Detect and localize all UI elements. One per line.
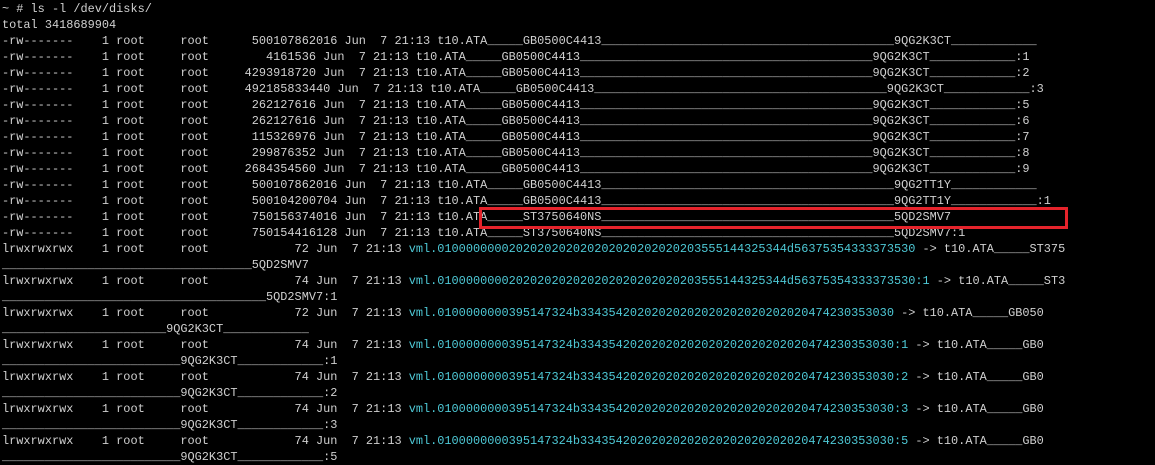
symlink-entry: lrwxrwxrwx 1 root root 72 Jun 7 21:13 vm… — [2, 305, 1155, 321]
vml-link-name: vml.0100000000395147324b3343542020202020… — [408, 370, 909, 384]
symlink-target-wrap: _______________________9QG2K3CT_________… — [2, 322, 309, 336]
file-entry: -rw------- 1 root root 500107862016 Jun … — [2, 178, 1037, 192]
file-entry: -rw------- 1 root root 500104200704 Jun … — [2, 194, 1051, 208]
symlink-attrs: lrwxrwxrwx 1 root root 74 Jun 7 21:13 — [2, 338, 409, 352]
symlink-target: -> t10.ATA_____GB0 — [908, 370, 1044, 384]
file-entry: -rw------- 1 root root 115326976 Jun 7 2… — [2, 130, 1030, 144]
command-prompt: ~ # ls -l /dev/disks/ — [2, 2, 152, 16]
symlink-target: -> t10.ATA_____GB0 — [908, 434, 1044, 448]
total-line: total 3418689904 — [2, 18, 117, 32]
symlink-target: -> t10.ATA_____ST375 — [915, 242, 1066, 256]
symlink-attrs: lrwxrwxrwx 1 root root 74 Jun 7 21:13 — [2, 274, 409, 288]
symlink-attrs: lrwxrwxrwx 1 root root 74 Jun 7 21:13 — [2, 434, 409, 448]
symlink-entry: lrwxrwxrwx 1 root root 72 Jun 7 21:13 vm… — [2, 241, 1155, 257]
symlink-entry: lrwxrwxrwx 1 root root 74 Jun 7 21:13 vm… — [2, 433, 1155, 449]
file-entry: -rw------- 1 root root 299876352 Jun 7 2… — [2, 146, 1030, 160]
symlink-target-wrap: _________________________9QG2K3CT_______… — [2, 418, 338, 432]
file-entry: -rw------- 1 root root 262127616 Jun 7 2… — [2, 98, 1030, 112]
symlink-target: -> t10.ATA_____GB0 — [908, 338, 1044, 352]
symlink-attrs: lrwxrwxrwx 1 root root 74 Jun 7 21:13 — [2, 402, 409, 416]
vml-link-name: vml.0100000000395147324b3343542020202020… — [408, 402, 909, 416]
vml-link-name: vml.0100000000395147324b3343542020202020… — [408, 434, 909, 448]
symlink-entry: lrwxrwxrwx 1 root root 74 Jun 7 21:13 vm… — [2, 337, 1155, 353]
file-entry-highlighted: -rw------- 1 root root 750156374016 Jun … — [2, 210, 952, 224]
symlink-attrs: lrwxrwxrwx 1 root root 74 Jun 7 21:13 — [2, 370, 409, 384]
file-entry: -rw------- 1 root root 492185833440 Jun … — [2, 82, 1044, 96]
vml-link-name: vml.0100000000395147324b3343542020202020… — [408, 306, 894, 320]
symlink-entry: lrwxrwxrwx 1 root root 74 Jun 7 21:13 vm… — [2, 273, 1155, 289]
symlink-target-wrap: ___________________________________5QD2S… — [2, 258, 309, 272]
symlink-target-wrap: _________________________9QG2K3CT_______… — [2, 354, 338, 368]
file-entry: -rw------- 1 root root 4293918720 Jun 7 … — [2, 66, 1030, 80]
vml-link-name: vml.010000000020202020202020202020202020… — [408, 274, 930, 288]
file-entry: -rw------- 1 root root 262127616 Jun 7 2… — [2, 114, 1030, 128]
symlink-target: -> t10.ATA_____GB0 — [908, 402, 1044, 416]
symlink-attrs: lrwxrwxrwx 1 root root 72 Jun 7 21:13 — [2, 306, 409, 320]
file-entry: -rw------- 1 root root 2684354560 Jun 7 … — [2, 162, 1030, 176]
symlink-target: -> t10.ATA_____ST3 — [929, 274, 1066, 288]
file-entry: -rw------- 1 root root 750154416128 Jun … — [2, 226, 966, 240]
file-entry: -rw------- 1 root root 4161536 Jun 7 21:… — [2, 50, 1030, 64]
file-entry: -rw------- 1 root root 500107862016 Jun … — [2, 34, 1037, 48]
vml-link-name: vml.0100000000395147324b3343542020202020… — [408, 338, 909, 352]
symlink-target-wrap: _________________________9QG2K3CT_______… — [2, 450, 338, 464]
symlink-target-wrap: _____________________________________5QD… — [2, 290, 338, 304]
symlink-attrs: lrwxrwxrwx 1 root root 72 Jun 7 21:13 — [2, 242, 409, 256]
terminal-window[interactable]: ~ # ls -l /dev/disks/ total 3418689904 -… — [2, 1, 1155, 465]
vml-link-name: vml.010000000020202020202020202020202020… — [408, 242, 916, 256]
symlink-entry: lrwxrwxrwx 1 root root 74 Jun 7 21:13 vm… — [2, 401, 1155, 417]
symlink-entry: lrwxrwxrwx 1 root root 74 Jun 7 21:13 vm… — [2, 369, 1155, 385]
symlink-target: -> t10.ATA_____GB050 — [893, 306, 1044, 320]
symlink-target-wrap: _________________________9QG2K3CT_______… — [2, 386, 338, 400]
